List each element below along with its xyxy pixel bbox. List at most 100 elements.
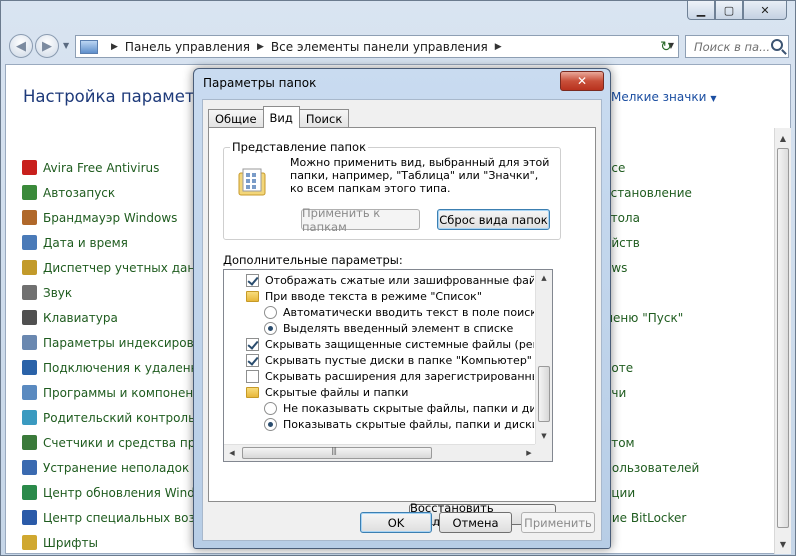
control-panel-item-label: Подключения к удаленным	[43, 360, 194, 375]
control-panel-item[interactable]: боте	[604, 355, 774, 380]
control-panel-item-label: Центр специальных возмож	[43, 510, 194, 525]
scroll-down-icon[interactable]: ▼	[536, 428, 552, 444]
search-input[interactable]: Поиск в па...	[685, 35, 789, 58]
scrollbar-thumb[interactable]	[242, 446, 432, 459]
control-panel-item[interactable]: Подключения к удаленным	[22, 355, 194, 380]
control-panel-item[interactable]: ойств	[604, 230, 774, 255]
control-panel-item	[604, 530, 774, 555]
checkbox[interactable]	[246, 369, 259, 383]
control-panel-item[interactable]: меню "Пуск"	[604, 305, 774, 330]
advanced-setting-row[interactable]: Скрывать расширения для зарегистрированн…	[246, 368, 534, 384]
control-panel-item[interactable]: Шрифты	[22, 530, 194, 555]
control-panel-items-right: ace сстановление стола ойств ows меню "Пуск" б…	[604, 155, 774, 555]
control-panel-item[interactable]: ечи	[604, 380, 774, 405]
advanced-setting-row[interactable]: Отображать сжатые или зашифрованные файл…	[246, 272, 534, 288]
control-panel-item[interactable]: ows	[604, 255, 774, 280]
scroll-left-icon[interactable]: ◀	[224, 445, 240, 461]
tab-view[interactable]: Вид	[262, 106, 300, 128]
dialog-tabs: Общие Вид Поиск	[208, 105, 350, 128]
control-panel-item[interactable]: пользователей	[604, 455, 774, 480]
control-panel-item[interactable]: стола	[604, 205, 774, 230]
control-panel-item[interactable]: ации	[604, 480, 774, 505]
control-panel-item[interactable]: Avira Free Antivirus	[22, 155, 194, 180]
chevron-down-icon: ▼	[710, 94, 717, 103]
breadcrumb-control-panel[interactable]: Панель управления	[125, 40, 250, 54]
control-panel-item[interactable]: Автозапуск	[22, 180, 194, 205]
control-panel-item[interactable]: Счетчики и средства произ	[22, 430, 194, 455]
breadcrumb-separator-icon[interactable]: ▶	[257, 42, 264, 52]
scroll-down-icon[interactable]: ▼	[775, 536, 791, 552]
radio-button[interactable]	[264, 417, 277, 431]
control-panel-item[interactable]: Центр обновления Window	[22, 480, 194, 505]
control-panel-item[interactable]: Устранение неполадок	[22, 455, 194, 480]
control-panel-item[interactable]: ние BitLocker	[604, 505, 774, 530]
control-panel-item[interactable]: Клавиатура	[22, 305, 194, 330]
control-panel-item[interactable]: Параметры индексирования	[22, 330, 194, 355]
breadcrumb-separator-icon[interactable]: ▶	[495, 42, 502, 52]
control-panel-item[interactable]: Центр специальных возмож	[22, 505, 194, 530]
advanced-setting-label: Автоматически вводить текст в поле поиск…	[283, 305, 534, 319]
advanced-setting-row[interactable]: Выделять введенный элемент в списке	[264, 320, 513, 336]
control-panel-item-label: Родительский контроль	[43, 410, 194, 425]
breadcrumb-all-items[interactable]: Все элементы панели управления	[271, 40, 488, 54]
control-panel-item[interactable]: ace	[604, 155, 774, 180]
advanced-setting-row[interactable]: Скрывать защищенные системные файлы (рек…	[246, 336, 534, 352]
scroll-up-icon[interactable]: ▲	[775, 130, 791, 146]
control-panel-item[interactable]: Программы и компоненты	[22, 380, 194, 405]
tree-vertical-scrollbar[interactable]: ▲ ▼	[535, 270, 552, 444]
advanced-setting-row[interactable]: Не показывать скрытые файлы, папки и дис…	[264, 400, 534, 416]
control-panel-item[interactable]: Брандмауэр Windows	[22, 205, 194, 230]
advanced-setting-row[interactable]: Автоматически вводить текст в поле поиск…	[264, 304, 534, 320]
control-panel-item[interactable]: Родительский контроль	[22, 405, 194, 430]
recent-pages-dropdown[interactable]: ▼	[63, 41, 69, 50]
advanced-setting-row[interactable]: Показывать скрытые файлы, папки и диски	[264, 416, 534, 432]
dialog-close-button[interactable]: ✕	[560, 71, 604, 91]
control-panel-item[interactable]: Дата и время	[22, 230, 194, 255]
maximize-button[interactable]: ▢	[715, 1, 743, 20]
control-panel-item	[604, 280, 774, 305]
tab-general[interactable]: Общие	[208, 109, 264, 128]
advanced-settings-label: Дополнительные параметры:	[223, 253, 403, 267]
scrollbar-thumb[interactable]	[777, 148, 789, 528]
radio-button[interactable]	[264, 321, 277, 335]
tab-search[interactable]: Поиск	[298, 109, 350, 128]
control-panel-item-label: меню "Пуск"	[604, 310, 684, 325]
address-bar[interactable]: ▶ Панель управления ▶ Все элементы панел…	[75, 35, 679, 58]
view-by-dropdown[interactable]: Мелкие значки ▼	[611, 90, 717, 104]
refresh-button[interactable]: ↻	[655, 36, 677, 57]
advanced-setting-row: Скрытые файлы и папки	[246, 384, 408, 400]
close-button[interactable]: ✕	[743, 1, 787, 20]
control-panel-item[interactable]: ятом	[604, 430, 774, 455]
minimize-button[interactable]: ▁	[687, 1, 715, 20]
control-panel-item-label: Звук	[43, 285, 73, 300]
checkbox[interactable]	[246, 273, 259, 287]
tree-horizontal-scrollbar[interactable]: ◀ ▶	[224, 444, 537, 461]
control-panel-item-icon	[22, 485, 37, 500]
checkbox[interactable]	[246, 337, 259, 351]
control-panel-item-icon	[22, 210, 37, 225]
advanced-setting-row[interactable]: Скрывать пустые диски в папке "Компьютер…	[246, 352, 532, 368]
back-button[interactable]: ◀	[9, 34, 33, 58]
checkbox[interactable]	[246, 353, 259, 367]
search-icon[interactable]	[771, 39, 783, 51]
advanced-setting-row: При вводе текста в режиме "Список"	[246, 288, 482, 304]
control-panel-item-label: Диспетчер учетных данных	[43, 260, 194, 275]
reset-folders-button[interactable]: Сброс вида папок	[437, 209, 550, 230]
radio-button[interactable]	[264, 401, 277, 415]
forward-button[interactable]: ▶	[35, 34, 59, 58]
cancel-button[interactable]: Отмена	[439, 512, 512, 533]
advanced-settings-tree[interactable]: Отображать сжатые или зашифрованные файл…	[223, 269, 553, 462]
advanced-setting-label: Выделять введенный элемент в списке	[283, 321, 514, 335]
control-panel-item-icon	[22, 310, 37, 325]
ok-button[interactable]: OK	[360, 512, 432, 533]
control-panel-item[interactable]: сстановление	[604, 180, 774, 205]
control-panel-item[interactable]: Звук	[22, 280, 194, 305]
breadcrumb-separator-icon[interactable]: ▶	[111, 42, 118, 52]
control-panel-item[interactable]: Диспетчер учетных данных	[22, 255, 194, 280]
scrollbar-thumb[interactable]	[538, 366, 550, 422]
scroll-up-icon[interactable]: ▲	[536, 270, 552, 286]
apply-button[interactable]: Применить	[521, 512, 595, 533]
content-vertical-scrollbar[interactable]: ▲ ▼	[774, 128, 791, 554]
radio-button[interactable]	[264, 305, 277, 319]
apply-to-folders-button[interactable]: Применить к папкам	[301, 206, 420, 234]
